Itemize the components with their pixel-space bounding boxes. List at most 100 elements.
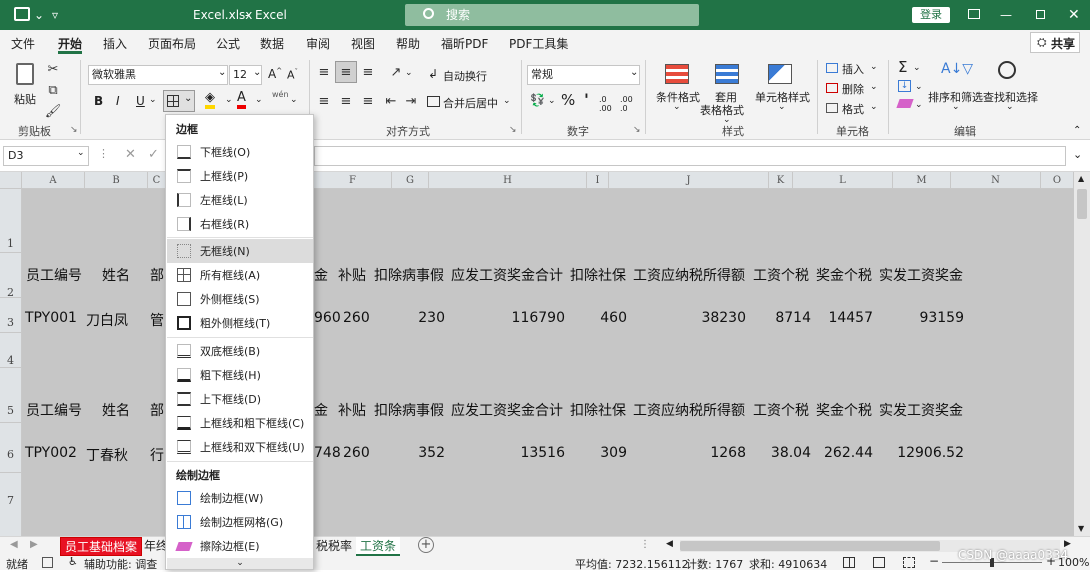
zoom-slider[interactable]: [942, 558, 1042, 567]
fill-color-icon[interactable]: ◈: [205, 91, 215, 109]
row-header-4[interactable]: 4: [0, 332, 22, 367]
cell-net-2[interactable]: 12906.52: [877, 445, 964, 461]
tab-file[interactable]: 文件: [11, 35, 35, 52]
insert-cells-icon[interactable]: [826, 63, 838, 73]
sheet-tab-employee-records[interactable]: 员工基础档案: [60, 537, 143, 556]
tab-pdf-tools[interactable]: PDF工具集: [509, 35, 568, 52]
cell-subsidy-2[interactable]: 260: [343, 445, 370, 461]
currency-chevron-icon[interactable]: ⌄: [548, 96, 556, 106]
menu-item-bottom-border[interactable]: 下框线(O): [167, 140, 313, 164]
cell-taxable-2[interactable]: 1268: [642, 445, 746, 461]
sheet-prev-icon[interactable]: ◀: [10, 539, 18, 550]
row-header-1[interactable]: 1: [0, 189, 22, 252]
select-all-corner[interactable]: [0, 172, 22, 189]
sort-filter-icon[interactable]: A↓▽: [941, 61, 973, 77]
name-box[interactable]: D3 ⌄: [3, 146, 89, 166]
borders-button[interactable]: ⌄: [163, 90, 195, 112]
autosum-chevron-icon[interactable]: ⌄: [913, 63, 921, 73]
decrease-decimal-icon[interactable]: .00.0: [620, 95, 633, 113]
column-header-j[interactable]: J: [609, 172, 769, 189]
menu-item-draw-border-grid[interactable]: 绘制边框网格(G): [167, 510, 313, 534]
cell-dept-1[interactable]: 管: [150, 310, 164, 330]
header-bonus-tax[interactable]: 奖金个税: [816, 400, 872, 420]
scroll-up-icon[interactable]: ▲: [1078, 174, 1084, 183]
menu-item-draw-border[interactable]: 绘制边框(W): [167, 486, 313, 510]
header-bonus[interactable]: 金: [314, 400, 328, 420]
merge-center-icon[interactable]: [427, 96, 440, 107]
tab-formulas[interactable]: 公式: [216, 35, 240, 52]
find-select-chevron-icon[interactable]: ⌄: [1006, 102, 1014, 112]
menu-item-double-bottom-border[interactable]: 双底框线(B): [167, 339, 313, 363]
cell-styles-chevron-icon[interactable]: ⌄: [778, 102, 786, 112]
row-header-5[interactable]: 5: [0, 367, 22, 422]
login-button[interactable]: 登录: [912, 7, 950, 23]
insert-cells-chevron-icon[interactable]: ⌄: [870, 62, 878, 72]
align-right-icon[interactable]: ≡: [357, 90, 379, 112]
cell-d-2[interactable]: 748: [314, 445, 341, 461]
increase-decimal-icon[interactable]: .0.00: [599, 95, 612, 113]
cell-tax-1[interactable]: 8714: [752, 310, 811, 326]
merge-center-label[interactable]: 合并后居中: [443, 95, 498, 111]
macro-record-icon[interactable]: [42, 557, 53, 568]
sheet-options-icon[interactable]: ⋮: [640, 539, 650, 550]
cell-ss-2[interactable]: 309: [572, 445, 627, 461]
phonetic-icon[interactable]: wén: [272, 90, 289, 99]
align-top-icon[interactable]: ≡: [313, 61, 335, 83]
column-header-i[interactable]: I: [587, 172, 609, 189]
enter-icon[interactable]: ✓: [148, 147, 159, 162]
row-header-3[interactable]: 3: [0, 297, 22, 332]
align-center-icon[interactable]: ≡: [335, 90, 357, 112]
font-name-select[interactable]: 微软雅黑: [88, 65, 228, 85]
column-header-k[interactable]: K: [769, 172, 793, 189]
close-icon[interactable]: ✕: [1068, 0, 1080, 30]
column-header-a[interactable]: A: [22, 172, 85, 189]
tab-page-layout[interactable]: 页面布局: [148, 35, 196, 52]
tab-home[interactable]: 开始: [58, 35, 82, 52]
percent-icon[interactable]: %: [561, 91, 575, 109]
header-net[interactable]: 实发工资奖金: [879, 265, 963, 285]
page-layout-view-icon[interactable]: [873, 557, 885, 568]
merge-chevron-icon[interactable]: ⌄: [503, 96, 511, 106]
add-sheet-icon[interactable]: +: [418, 537, 434, 553]
delete-cells-label[interactable]: 删除: [842, 81, 864, 97]
header-dept[interactable]: 部: [150, 265, 164, 285]
cut-icon[interactable]: ✂: [42, 58, 64, 80]
conditional-format-icon[interactable]: [665, 64, 689, 84]
search-box[interactable]: 搜索: [405, 4, 699, 26]
conditional-format-chevron-icon[interactable]: ⌄: [673, 102, 681, 112]
wrap-text-label[interactable]: 自动换行: [443, 68, 487, 84]
font-color-icon[interactable]: A: [237, 91, 246, 109]
menu-item-outside-borders[interactable]: 外侧框线(S): [167, 287, 313, 311]
clear-icon[interactable]: [896, 99, 914, 108]
cell-leave-2[interactable]: 352: [382, 445, 445, 461]
menu-item-thick-bottom-border[interactable]: 粗下框线(H): [167, 363, 313, 387]
column-header-n[interactable]: N: [951, 172, 1041, 189]
cell-total-2[interactable]: 13516: [462, 445, 565, 461]
column-header-l[interactable]: L: [793, 172, 893, 189]
ribbon-display-icon[interactable]: [968, 9, 980, 19]
tab-insert[interactable]: 插入: [103, 35, 127, 52]
cell-leave-1[interactable]: 230: [382, 310, 445, 326]
column-header-m[interactable]: M: [893, 172, 951, 189]
normal-view-icon[interactable]: [843, 557, 855, 568]
share-button[interactable]: ⛭ 共享: [1030, 32, 1080, 53]
currency-icon[interactable]: 💱: [530, 93, 545, 107]
align-middle-icon[interactable]: ≡: [335, 61, 357, 83]
wrap-text-icon[interactable]: ↲: [428, 67, 438, 81]
orientation-icon[interactable]: ↗: [385, 61, 407, 83]
menu-item-top-thick-bottom-border[interactable]: 上框线和粗下框线(C): [167, 411, 313, 435]
row-header-7[interactable]: 7: [0, 472, 22, 536]
fill-color-chevron-icon[interactable]: ⌄: [225, 95, 233, 105]
sheet-tab-tax-rate[interactable]: 税税率: [312, 537, 356, 556]
restore-icon[interactable]: [1036, 10, 1045, 19]
paste-button[interactable]: 粘贴: [10, 61, 40, 113]
customize-qat-icon[interactable]: ▿: [52, 0, 58, 30]
undo-dropdown-icon[interactable]: ⌄: [34, 0, 44, 30]
underline-button[interactable]: U: [136, 94, 145, 108]
align-left-icon[interactable]: ≡: [313, 90, 335, 112]
cancel-icon[interactable]: ✕: [125, 147, 136, 162]
decrease-font-icon[interactable]: Aˇ: [287, 68, 298, 82]
cell-bonus-tax-1[interactable]: 14457: [812, 310, 873, 326]
minimize-icon[interactable]: —: [1000, 0, 1012, 30]
header-name[interactable]: 姓名: [102, 265, 130, 285]
